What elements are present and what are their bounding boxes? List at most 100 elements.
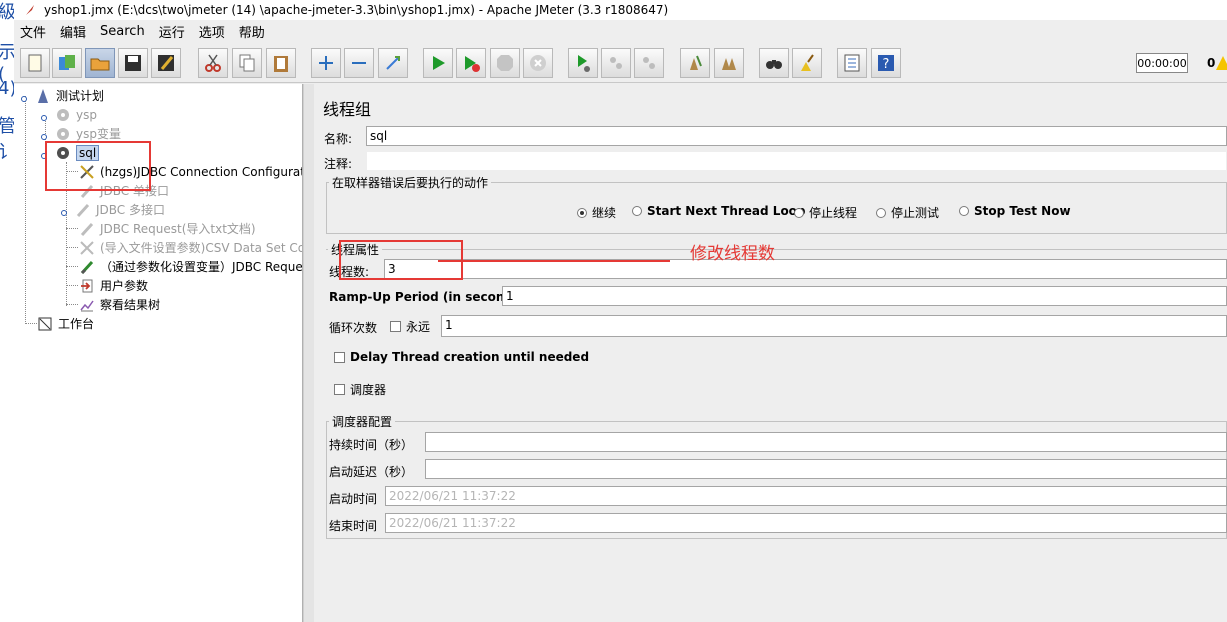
templates-icon: [59, 55, 75, 70]
play-icon: [433, 56, 445, 70]
bleed-text: 4): [0, 78, 14, 99]
collapse-handle[interactable]: [20, 92, 28, 102]
search-button[interactable]: [759, 48, 789, 78]
loop-count-label: 循环次数: [329, 321, 378, 335]
duration-input[interactable]: [425, 432, 1227, 452]
error-action-legend: 在取样器错误后要执行的动作: [329, 174, 492, 191]
radio-dot: [959, 206, 969, 216]
listener-graph-icon: [78, 296, 96, 314]
radio-continue[interactable]: 继续: [577, 204, 616, 221]
tree-node-jdbc-multi[interactable]: JDBC 多接口: [60, 200, 165, 219]
tree-node-jdbc-request-txt[interactable]: JDBC Request(导入txt文档): [78, 219, 256, 238]
menu-options[interactable]: 选项: [199, 22, 225, 41]
comment-input[interactable]: [366, 151, 1227, 171]
title-bar: yshop1.jmx (E:\dcs\two\jmeter (14) \apac…: [14, 0, 1227, 20]
function-helper-button[interactable]: [837, 48, 867, 78]
paste-button[interactable]: [266, 48, 296, 78]
startup-delay-label: 启动延迟（秒）: [329, 465, 414, 479]
startup-delay-input[interactable]: [425, 459, 1227, 479]
copy-button[interactable]: [232, 48, 262, 78]
plus-icon: [319, 56, 333, 70]
expand-handle[interactable]: [40, 130, 48, 140]
duration-label: 持续时间（秒）: [329, 438, 414, 452]
tree-node-result-tree[interactable]: 察看结果树: [78, 295, 160, 314]
loop-count-input[interactable]: 1: [441, 315, 1227, 337]
cut-button[interactable]: [198, 48, 228, 78]
shutdown-button[interactable]: [523, 48, 553, 78]
radio-start-next-loop[interactable]: Start Next Thread Loop: [632, 204, 806, 218]
collapse-button[interactable]: [344, 48, 374, 78]
toolbar: ? 00:00:00 0: [14, 44, 1227, 83]
tree-node-ysp[interactable]: ysp: [40, 105, 97, 124]
save-button[interactable]: [118, 48, 148, 78]
remote-stop-button[interactable]: [601, 48, 631, 78]
play-no-pause-icon: [465, 56, 480, 72]
start-time-label: 启动时间: [329, 492, 378, 506]
config-wrench-icon: [78, 239, 96, 257]
test-plan-icon: [34, 87, 52, 105]
stop-button[interactable]: [490, 48, 520, 78]
menu-edit[interactable]: 编辑: [60, 22, 86, 41]
radio-dot: [632, 206, 642, 216]
save-as-button[interactable]: [151, 48, 181, 78]
start-button[interactable]: [423, 48, 453, 78]
menu-file[interactable]: 文件: [20, 22, 46, 41]
expand-button[interactable]: [311, 48, 341, 78]
checkbox-box: [390, 321, 401, 332]
scheduler-config-legend: 调度器配置: [329, 413, 396, 430]
clear-button[interactable]: [680, 48, 710, 78]
help-question-icon: ?: [878, 55, 894, 72]
radio-stop-test-now[interactable]: Stop Test Now: [959, 204, 1071, 218]
workbench-icon: [36, 315, 54, 333]
rampup-label: Ramp-Up Period (in seconds):: [329, 290, 531, 304]
templates-button[interactable]: [52, 48, 82, 78]
toggle-button[interactable]: [378, 48, 408, 78]
forever-checkbox[interactable]: 永远: [390, 318, 430, 335]
remote-shutdown-button[interactable]: [634, 48, 664, 78]
menu-run[interactable]: 运行: [159, 22, 185, 41]
remote-shutdown-icon: [643, 57, 655, 69]
preprocessor-arrow-icon: [78, 277, 96, 295]
tree-node-workbench[interactable]: 工作台: [36, 314, 94, 333]
toggle-wand-icon: [386, 56, 400, 70]
name-input[interactable]: sql: [366, 126, 1227, 146]
start-no-pauses-button[interactable]: [456, 48, 486, 78]
panel-title: 线程组: [323, 100, 372, 119]
new-button[interactable]: [20, 48, 50, 78]
delay-thread-creation-checkbox[interactable]: Delay Thread creation until needed: [334, 350, 589, 364]
open-folder-icon: [90, 58, 110, 71]
remote-start-button[interactable]: [568, 48, 598, 78]
help-button[interactable]: ?: [871, 48, 901, 78]
clear-all-button[interactable]: [714, 48, 744, 78]
open-button[interactable]: [85, 48, 115, 78]
checkbox-box: [334, 351, 345, 363]
broom-reset-icon: [801, 54, 814, 71]
scheduler-checkbox[interactable]: 调度器: [334, 381, 386, 398]
end-time-input[interactable]: 2022/06/21 11:37:22: [385, 513, 1227, 533]
threads-input[interactable]: 3: [384, 259, 1227, 279]
expand-handle[interactable]: [40, 111, 48, 121]
start-time-input[interactable]: 2022/06/21 11:37:22: [385, 486, 1227, 506]
menu-search[interactable]: Search: [100, 24, 145, 39]
radio-stop-thread[interactable]: 停止线程: [794, 204, 857, 221]
rampup-input[interactable]: 1: [502, 286, 1227, 306]
shutdown-icon: [530, 55, 546, 71]
reset-search-button[interactable]: [792, 48, 822, 78]
save-disk-icon: [125, 55, 141, 71]
expand-handle[interactable]: [60, 206, 68, 216]
tree-node-user-params[interactable]: 用户参数: [78, 276, 148, 295]
menu-help[interactable]: 帮助: [239, 22, 265, 41]
binoculars-icon: [766, 60, 782, 69]
tree-node-test-plan[interactable]: 测试计划: [20, 86, 104, 105]
radio-dot: [577, 207, 587, 218]
tree-node-csv-data-set[interactable]: (导入文件设置参数)CSV Data Set Cor: [78, 238, 302, 257]
warning-icon[interactable]: [1216, 54, 1227, 75]
new-file-icon: [28, 54, 42, 72]
radio-stop-test[interactable]: 停止测试: [876, 204, 939, 221]
checkbox-box: [334, 384, 345, 395]
tree-node-jdbc-param[interactable]: （通过参数化设置变量）JDBC Reque: [78, 257, 302, 276]
thread-group-gear-icon: [54, 125, 72, 143]
stop-octagon-icon: [497, 55, 513, 71]
save-as-icon: [158, 55, 174, 71]
broom-clear-all-icon: [722, 58, 736, 70]
